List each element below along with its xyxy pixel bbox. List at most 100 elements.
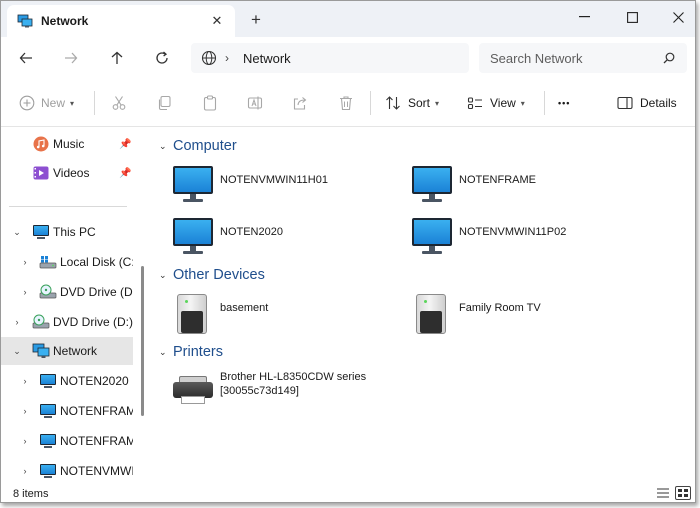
paste-button[interactable] (202, 91, 218, 115)
dvd-drive-icon (32, 314, 50, 330)
sidebar-scrollbar[interactable] (141, 266, 144, 416)
sidebar-item-this-pc[interactable]: ⌄ This PC (1, 218, 133, 246)
computer-tile[interactable]: NOTENVMWIN11H01 (171, 166, 328, 210)
group-title: Computer (173, 138, 237, 154)
maximize-button[interactable] (609, 1, 655, 33)
group-title: Other Devices (173, 267, 265, 283)
chevron-right-icon[interactable]: › (225, 51, 229, 65)
chevron-down-icon[interactable]: ⌄ (159, 347, 173, 358)
sidebar-item-label: NOTENVMWIN (60, 464, 133, 478)
sidebar-item-computer[interactable]: › NOTENFRAME (1, 427, 133, 455)
monitor-icon (39, 463, 57, 479)
globe-icon (201, 50, 217, 66)
sidebar-item-videos[interactable]: Videos 📌 (1, 159, 133, 187)
sidebar-item-dvd-drive[interactable]: › DVD Drive (D:) (1, 278, 133, 306)
chevron-right-icon[interactable]: › (11, 316, 23, 328)
computer-tile[interactable]: NOTENFRAME (410, 166, 536, 210)
chevron-right-icon[interactable]: › (19, 435, 31, 447)
chevron-down-icon[interactable]: ⌄ (159, 141, 173, 152)
new-label: New (41, 96, 66, 110)
pin-icon[interactable]: 📌 (119, 168, 131, 179)
more-options-button[interactable]: ••• (558, 91, 570, 115)
chevron-right-icon[interactable]: › (19, 465, 31, 477)
sidebar-item-network[interactable]: ⌄ Network (1, 337, 133, 365)
details-label: Details (640, 96, 677, 110)
separator (94, 91, 95, 115)
sort-button[interactable]: Sort ▾ (385, 91, 439, 115)
share-button[interactable] (292, 91, 308, 115)
minimize-button[interactable] (561, 1, 607, 33)
forward-arrow-icon (65, 52, 78, 64)
chevron-right-icon[interactable]: › (19, 375, 31, 387)
tiles-view-icon (678, 489, 688, 497)
computer-tile[interactable]: NOTEN2020 (171, 218, 283, 262)
sidebar-item-computer[interactable]: › NOTEN2020 (1, 367, 133, 395)
printer-name: Brother HL-L8350CDW series (220, 371, 367, 383)
sidebar-item-label: Local Disk (C:) (60, 255, 133, 269)
command-bar: New ▾ Sort ▾ View ▾ ••• Details (1, 79, 695, 127)
pin-icon[interactable]: 📌 (119, 139, 131, 150)
sidebar-item-dvd-drive-2[interactable]: › DVD Drive (D:) C (1, 308, 133, 336)
printer-tile[interactable]: Brother HL-L8350CDW series [30055c73d149… (171, 368, 366, 412)
chevron-down-icon[interactable]: ⌄ (11, 226, 23, 238)
navigation-pane: Music 📌 Videos 📌 ⌄ This PC › Local Disk … (1, 128, 146, 483)
chevron-down-icon: ▾ (520, 98, 525, 108)
sidebar-item-label: DVD Drive (D:) C (53, 315, 133, 329)
details-view-button[interactable] (655, 486, 671, 500)
tab-network[interactable]: Network ✕ (7, 5, 235, 37)
tower-pc-icon (410, 294, 454, 334)
group-header-printers[interactable]: ⌄ Printers (159, 342, 223, 362)
up-button[interactable] (104, 45, 130, 71)
copy-icon (158, 95, 171, 111)
rename-button[interactable] (247, 91, 263, 115)
group-title: Printers (173, 344, 223, 360)
back-button[interactable] (13, 45, 39, 71)
tile-label: basement (220, 302, 269, 314)
tile-label: NOTENVMWIN11P02 (459, 226, 567, 238)
trash-icon (340, 96, 352, 111)
chevron-right-icon[interactable]: › (19, 405, 31, 417)
tile-label: Family Room TV (459, 302, 541, 314)
delete-button[interactable] (338, 91, 354, 115)
sidebar-item-label: NOTENFRAME (60, 434, 133, 448)
chevron-down-icon[interactable]: ⌄ (159, 270, 173, 281)
videos-icon (33, 165, 51, 181)
close-window-button[interactable] (655, 1, 695, 33)
tab-title: Network (41, 14, 89, 28)
refresh-button[interactable] (149, 45, 175, 71)
this-pc-icon (32, 224, 50, 240)
group-header-computer[interactable]: ⌄ Computer (159, 136, 237, 156)
address-field[interactable]: › Network (191, 43, 469, 73)
printer-id: [30055c73d149] (220, 385, 299, 397)
copy-button[interactable] (156, 91, 172, 115)
sidebar-item-computer[interactable]: › NOTENFRAME (1, 397, 133, 425)
cut-button[interactable] (111, 91, 127, 115)
sidebar-item-music[interactable]: Music 📌 (1, 130, 133, 158)
search-input[interactable]: Search Network (479, 43, 687, 73)
forward-button[interactable] (58, 45, 84, 71)
status-bar: 8 items (1, 483, 695, 502)
sidebar-item-local-disk[interactable]: › Local Disk (C:) (1, 248, 134, 276)
chevron-right-icon[interactable]: › (19, 256, 31, 268)
new-button[interactable]: New ▾ (19, 91, 74, 115)
details-button[interactable]: Details (617, 91, 677, 115)
chevron-down-icon[interactable]: ⌄ (11, 345, 23, 357)
sidebar-item-label: Videos (53, 166, 90, 180)
chevron-right-icon[interactable]: › (19, 286, 31, 298)
content-area: ⌄ Computer NOTENVMWIN11H01 NOTENFRAME NO… (149, 128, 695, 483)
view-label: View (490, 96, 516, 110)
device-tile[interactable]: basement (171, 294, 268, 338)
computer-tile[interactable]: NOTENVMWIN11P02 (410, 218, 566, 262)
group-header-other-devices[interactable]: ⌄ Other Devices (159, 265, 265, 285)
monitor-icon (171, 218, 215, 258)
monitor-icon (410, 166, 454, 206)
view-button[interactable]: View ▾ (467, 91, 525, 115)
sidebar-item-computer[interactable]: › NOTENVMWIN (1, 457, 133, 483)
address-bar: › Network Search Network (1, 37, 695, 79)
network-icon (17, 14, 33, 28)
new-tab-button[interactable]: + (245, 9, 267, 31)
device-tile[interactable]: Family Room TV (410, 294, 541, 338)
tile-label: Brother HL-L8350CDW series [30055c73d149… (220, 370, 366, 398)
large-icons-view-button[interactable] (675, 486, 691, 500)
tab-close-icon[interactable]: ✕ (207, 11, 227, 31)
